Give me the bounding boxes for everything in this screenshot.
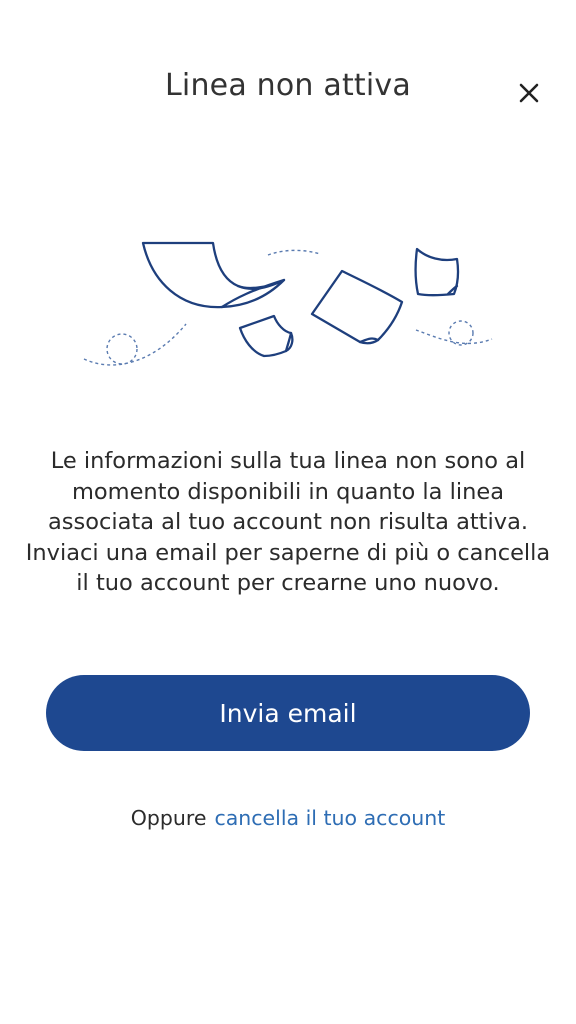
alt-prefix-text: Oppure [130,806,207,830]
delete-account-link[interactable]: cancella il tuo account [214,806,445,830]
paper-sheet-large [141,241,286,309]
paper-sheet-middle [310,269,404,345]
send-email-button[interactable]: Invia email [46,675,530,751]
page-title: Linea non attiva [165,68,411,103]
paper-sheet-small [238,314,294,358]
info-message: Le informazioni sulla tua linea non sono… [25,448,551,596]
close-button[interactable] [510,74,548,112]
close-icon [519,83,539,103]
flying-papers-illustration [83,241,493,366]
alternative-action-row: Oppure cancella il tuo account [0,806,576,830]
paper-sheet-top-right [414,247,460,297]
send-email-label: Invia email [219,698,357,728]
